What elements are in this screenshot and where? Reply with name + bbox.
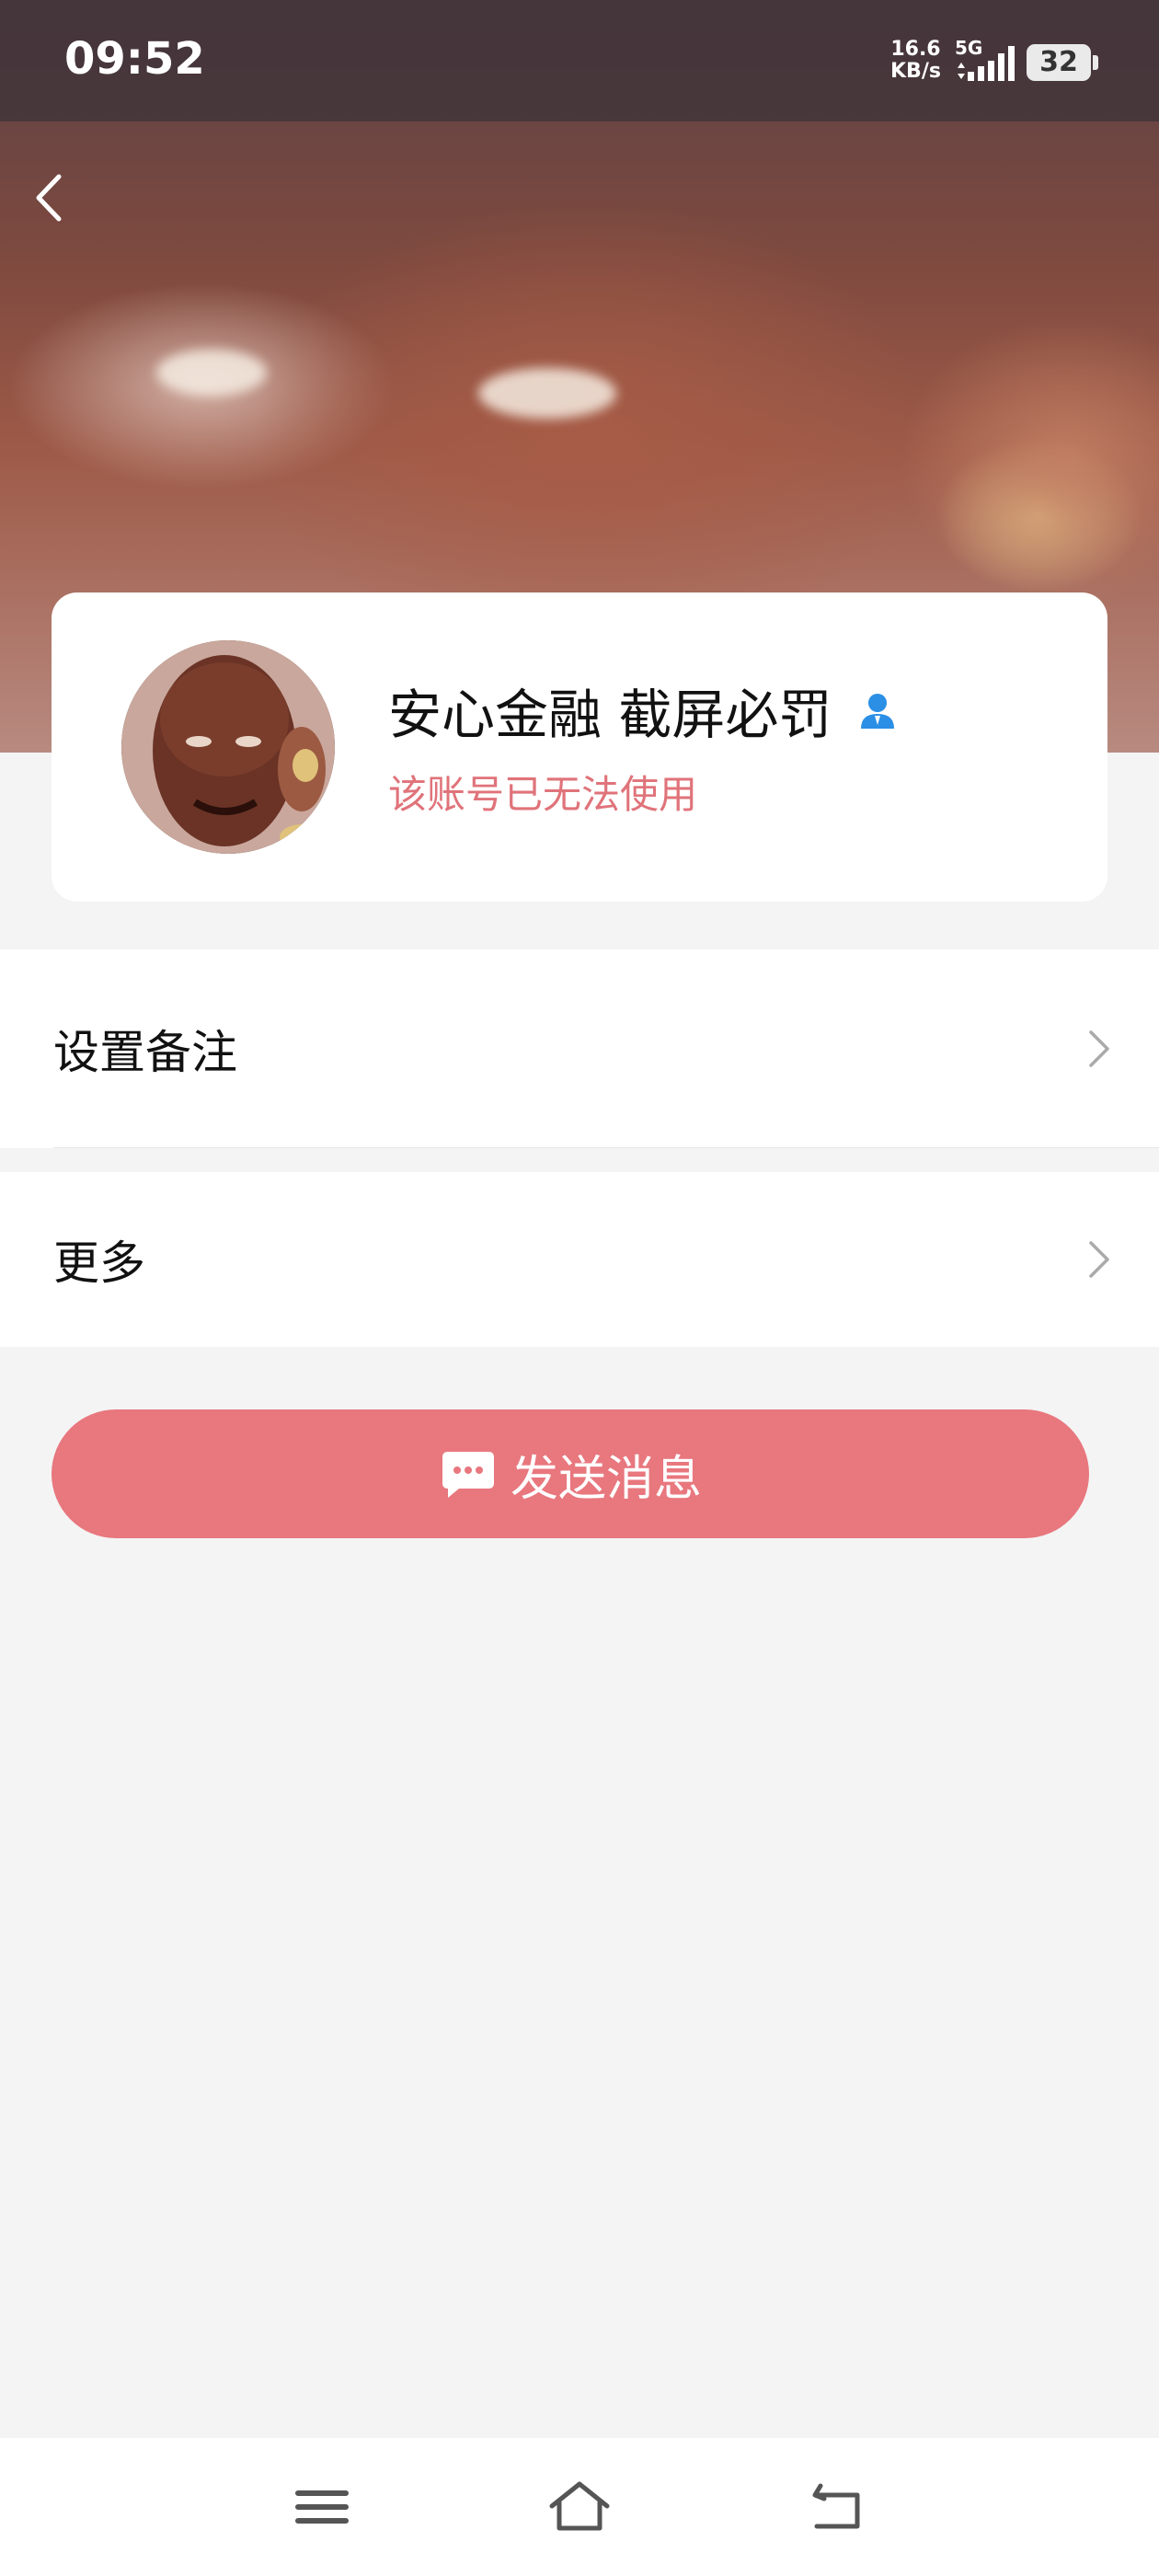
- divider: [53, 1147, 1159, 1148]
- more-row[interactable]: 更多: [0, 1172, 1159, 1347]
- profile-name: 安心金融 截屏必罚: [388, 684, 832, 746]
- avatar[interactable]: [121, 640, 335, 854]
- avatar-image: [121, 640, 335, 854]
- chevron-right-icon: [1089, 1030, 1109, 1067]
- home-icon[interactable]: [543, 2475, 616, 2539]
- battery-indicator: 32: [1027, 44, 1098, 81]
- status-bar: 09:52 16.6 KB/s 5G 32: [0, 0, 1159, 121]
- signal-icon: [958, 46, 1015, 81]
- set-remark-label: 设置备注: [53, 1026, 237, 1079]
- send-message-label: 发送消息: [510, 1451, 702, 1507]
- back-icon[interactable]: [802, 2475, 876, 2539]
- more-label: 更多: [53, 1236, 145, 1290]
- chevron-right-icon: [1089, 1241, 1109, 1278]
- user-icon: [861, 694, 895, 729]
- menu-icon[interactable]: [285, 2475, 359, 2539]
- chat-bubble-icon: [442, 1452, 494, 1498]
- clock: 09:52: [64, 33, 205, 85]
- set-remark-row[interactable]: 设置备注: [0, 949, 1159, 1148]
- system-nav-bar: [0, 2438, 1159, 2576]
- send-message-button[interactable]: 发送消息: [52, 1409, 1089, 1538]
- profile-name-row: 安心金融 截屏必罚: [388, 672, 898, 749]
- account-status: 该账号已无法使用: [388, 772, 698, 817]
- back-button[interactable]: [18, 166, 83, 230]
- profile-card: 安心金融 截屏必罚 该账号已无法使用: [52, 592, 1107, 902]
- network-speed: 16.6 KB/s: [890, 38, 941, 83]
